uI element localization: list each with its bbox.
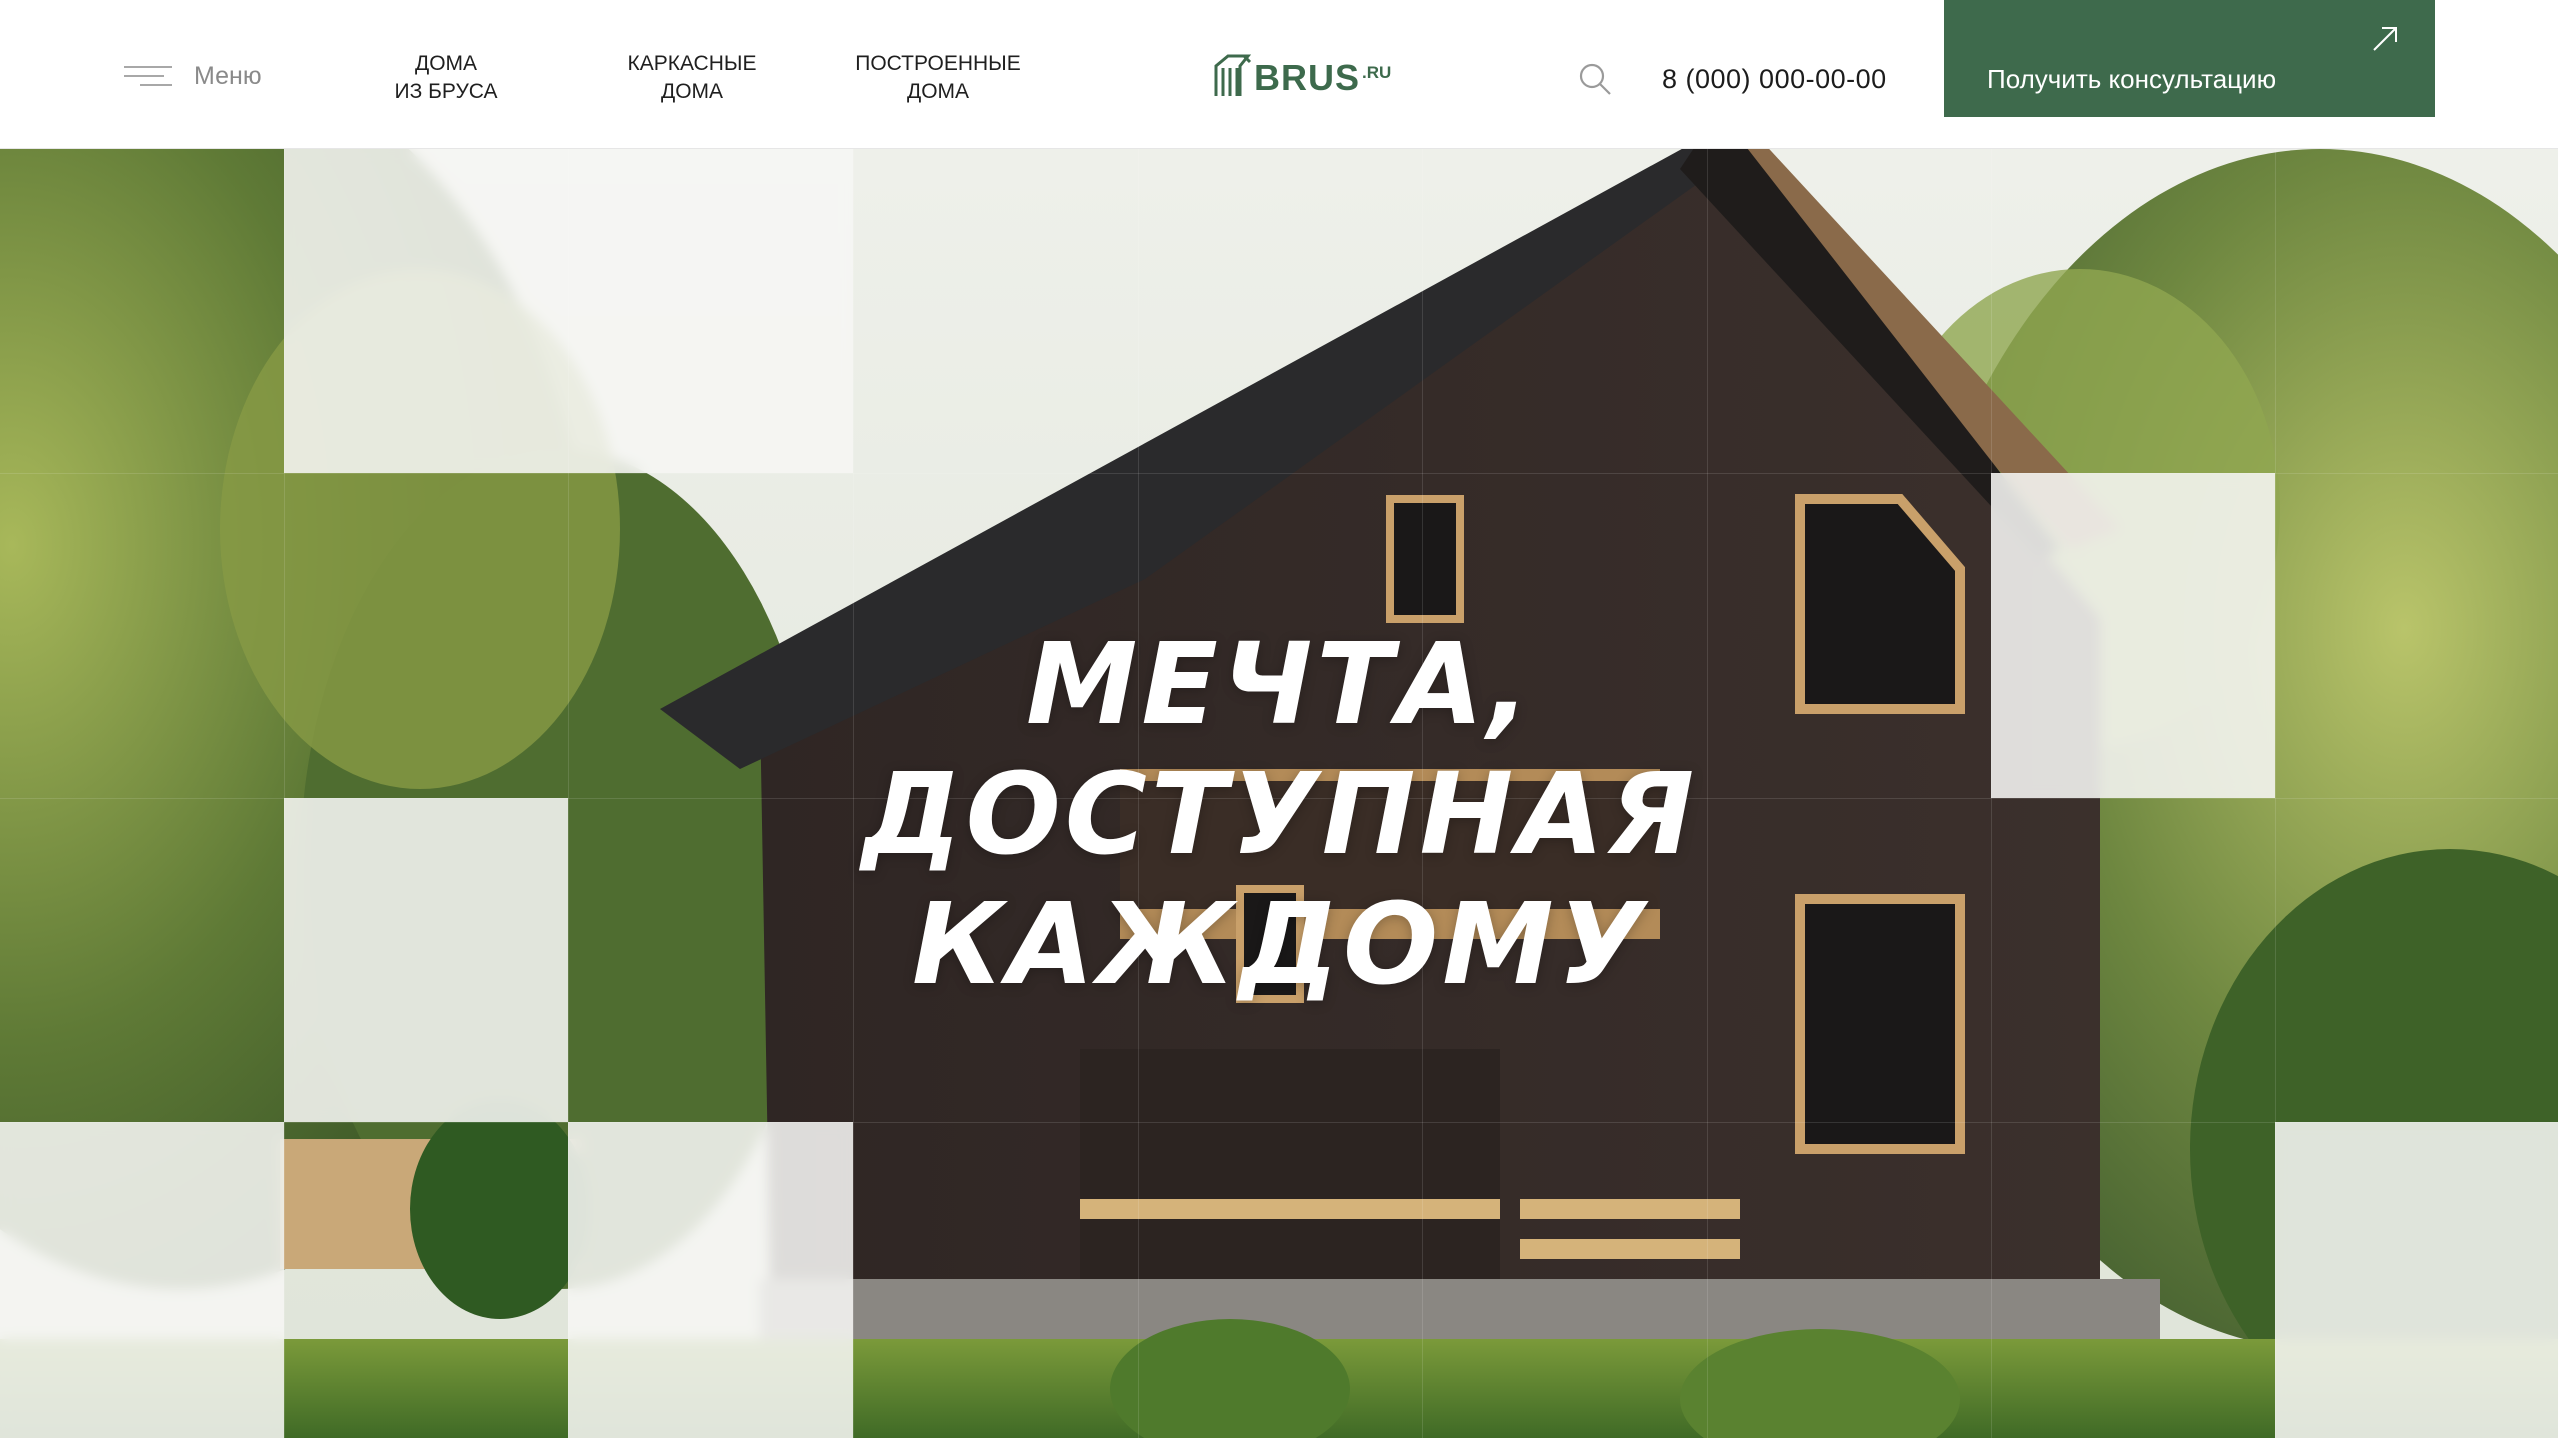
site-header: Меню ДОМА ИЗ БРУСА КАРКАСНЫЕ ДОМА ПОСТРО… [0, 0, 2558, 149]
arrow-up-right-icon [2373, 27, 2397, 51]
nav-label-line2: ДОМА [660, 80, 724, 103]
grid-line [0, 473, 2558, 474]
nav-item-frame-houses[interactable]: КАРКАСНЫЕ ДОМА [592, 50, 792, 106]
consultation-label: Получить консультацию [1987, 64, 2277, 94]
grid-line [284, 149, 285, 1438]
nav-label-line2: ИЗ БРУСА [394, 80, 498, 103]
grid-line [1991, 149, 1992, 1438]
menu-label: Меню [194, 61, 262, 90]
frosted-tile [284, 798, 568, 1122]
nav-item-built-houses[interactable]: ПОСТРОЕННЫЕ ДОМА [838, 50, 1038, 106]
site-logo[interactable]: BRUS .RU [1214, 52, 1391, 96]
menu-icon [124, 60, 172, 92]
grid-line [0, 1122, 2558, 1123]
frosted-tile [2275, 1122, 2558, 1438]
nav-label-line1: ПОСТРОЕННЫЕ [855, 52, 1021, 75]
nav-label-line1: КАРКАСНЫЕ [627, 52, 757, 75]
nav-label-line2: ДОМА [906, 80, 970, 103]
phone-link[interactable]: 8 (000) 000-00-00 [1662, 64, 1887, 95]
search-button[interactable] [1578, 62, 1612, 96]
logo-text: BRUS [1254, 57, 1361, 98]
frosted-tile [568, 1122, 853, 1438]
logo-suffix: .RU [1362, 63, 1392, 82]
consultation-button[interactable]: Получить консультацию [1944, 0, 2435, 117]
nav-item-timber-houses[interactable]: ДОМА ИЗ БРУСА [346, 50, 546, 106]
hero-title-line: ДОСТУПНАЯ [861, 750, 1699, 881]
grid-line [2275, 149, 2276, 1438]
frosted-tile [1991, 473, 2275, 798]
menu-button[interactable]: Меню [124, 56, 262, 96]
hero-title-line: МЕЧТА, [1025, 620, 1535, 751]
search-icon [1579, 63, 1611, 95]
frosted-tile [0, 1122, 284, 1438]
logo-house-icon [1214, 54, 1252, 96]
hero-title-line: КАЖДОМУ [911, 880, 1649, 1011]
hero-title: МЕЧТА, ДОСТУПНАЯ КАЖДОМУ [780, 620, 1780, 1010]
nav-label-line1: ДОМА [414, 52, 478, 75]
grid-line [568, 149, 569, 1438]
hero-section: МЕЧТА, ДОСТУПНАЯ КАЖДОМУ [0, 149, 2558, 1438]
